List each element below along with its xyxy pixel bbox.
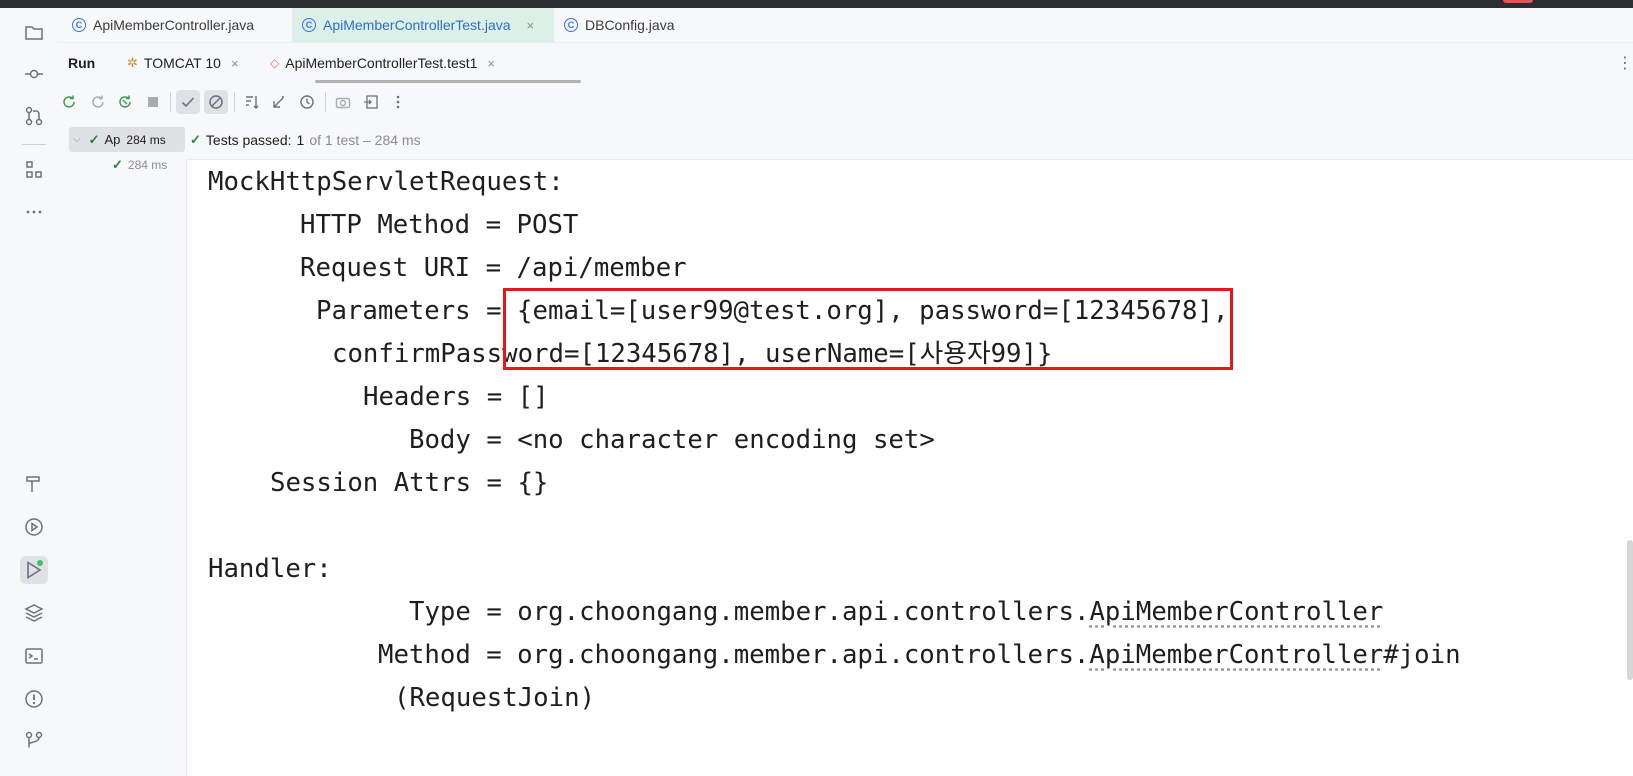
console-line: Handler: bbox=[208, 554, 332, 584]
tab-label: ApiMemberController.java bbox=[93, 17, 255, 33]
toolbar-divider bbox=[170, 92, 171, 112]
passed-check-icon: ✓ bbox=[190, 132, 201, 147]
show-ignored-icon[interactable] bbox=[204, 90, 228, 114]
console-line: Type = org.choongang.member.api.controll… bbox=[409, 597, 1383, 627]
tomcat-icon: ✲ bbox=[127, 55, 138, 70]
toggle-auto-test-icon[interactable] bbox=[113, 90, 137, 114]
highlight-box bbox=[503, 288, 1233, 370]
run-panel-title: Run bbox=[68, 55, 96, 71]
run-tab-label: TOMCAT 10 bbox=[143, 55, 221, 71]
console-line: Method = org.choongang.member.api.contro… bbox=[378, 640, 1461, 670]
run-tab-tomcat[interactable]: ✲ TOMCAT 10 × bbox=[127, 43, 239, 83]
class-link[interactable]: ApiMemberController bbox=[1089, 597, 1383, 627]
commit-icon[interactable] bbox=[20, 60, 48, 88]
tests-passed-label: Tests passed: bbox=[205, 132, 292, 148]
vertical-scrollbar[interactable] bbox=[1627, 540, 1633, 680]
editor-tab-bar: C ApiMemberController.java C ApiMemberCo… bbox=[57, 8, 1633, 43]
test-tree-root-label: Ap bbox=[104, 132, 121, 147]
run-tab-label: ApiMemberControllerTest.test1 bbox=[285, 55, 478, 71]
run-icon[interactable] bbox=[20, 556, 48, 584]
editor-tab-db-config[interactable]: C DBConfig.java bbox=[554, 8, 704, 42]
test-tree-root-time: 284 ms bbox=[126, 132, 166, 147]
passed-check-icon: ✓ bbox=[88, 131, 100, 147]
console-line: Headers = [] bbox=[363, 382, 549, 412]
junit-icon: ◇ bbox=[270, 56, 280, 70]
console-line: HTTP Method = POST bbox=[300, 210, 579, 240]
console-line: Request URI = /api/member bbox=[300, 253, 687, 283]
tests-summary: of 1 test – 284 ms bbox=[309, 132, 421, 148]
import-tests-icon[interactable] bbox=[359, 90, 383, 114]
test-status-bar: ✓ Tests passed: 1 of 1 test – 284 ms bbox=[186, 121, 1633, 160]
editor-tab-api-member-controller[interactable]: C ApiMemberController.java bbox=[62, 8, 292, 42]
rerun-icon[interactable] bbox=[57, 90, 81, 114]
console-output[interactable]: MockHttpServletRequest: HTTP Method = PO… bbox=[187, 160, 1633, 776]
layers-icon[interactable] bbox=[20, 599, 48, 627]
more-tools-icon[interactable] bbox=[20, 198, 48, 226]
chevron-down-icon[interactable]: ⌵ bbox=[73, 134, 81, 145]
editor-tab-api-member-controller-test[interactable]: C ApiMemberControllerTest.java × bbox=[292, 8, 554, 42]
problems-icon[interactable] bbox=[20, 685, 48, 713]
more-options-icon[interactable]: ⋮ bbox=[1617, 53, 1633, 72]
more-actions-icon[interactable] bbox=[386, 90, 410, 114]
console-line: Body = <no character encoding set> bbox=[409, 425, 935, 455]
build-hammer-icon[interactable] bbox=[20, 470, 48, 498]
run-tab-close-icon[interactable]: × bbox=[487, 56, 495, 71]
class-icon: C bbox=[72, 18, 86, 32]
folder-icon[interactable] bbox=[20, 18, 48, 46]
test-results-tree: ⌵ ✓ Ap 284 ms ✓ 284 ms bbox=[57, 121, 187, 776]
class-icon: C bbox=[564, 18, 578, 32]
structure-icon[interactable] bbox=[20, 156, 48, 184]
toolbar-divider bbox=[325, 92, 326, 112]
run-tab-test1[interactable]: ◇ ApiMemberControllerTest.test1 × bbox=[270, 43, 495, 83]
test-tree-root[interactable]: ⌵ ✓ Ap 284 ms bbox=[69, 127, 185, 152]
console-line: Session Attrs = {} bbox=[270, 468, 549, 498]
sort-alphabetically-icon[interactable] bbox=[240, 90, 264, 114]
sidebar-divider bbox=[22, 144, 46, 145]
tab-close-icon[interactable]: × bbox=[527, 18, 535, 33]
tool-window-sidebar bbox=[0, 8, 58, 776]
camera-icon[interactable] bbox=[331, 90, 355, 114]
show-passed-icon[interactable] bbox=[176, 90, 200, 114]
collapse-all-icon[interactable] bbox=[267, 90, 291, 114]
stop-icon[interactable] bbox=[141, 90, 165, 114]
run-toolbar bbox=[57, 83, 1633, 122]
console-text: #join bbox=[1383, 640, 1461, 670]
rerun-failed-icon[interactable] bbox=[86, 90, 110, 114]
toolbar-divider bbox=[234, 92, 235, 112]
test-tree-child-time: 284 ms bbox=[127, 158, 168, 172]
tab-label: DBConfig.java bbox=[585, 17, 675, 33]
class-link[interactable]: ApiMemberController bbox=[1089, 640, 1383, 670]
run-tool-window-header: Run ✲ TOMCAT 10 × ◇ ApiMemberControllerT… bbox=[57, 43, 1633, 83]
window-top-bar bbox=[0, 0, 1633, 8]
test-class-icon: C bbox=[302, 18, 316, 32]
recording-indicator bbox=[1503, 0, 1533, 3]
pull-request-icon[interactable] bbox=[20, 102, 48, 130]
test-history-icon[interactable] bbox=[295, 90, 319, 114]
tests-passed-count: 1 bbox=[296, 132, 305, 148]
tab-label: ApiMemberControllerTest.java bbox=[323, 17, 511, 33]
passed-check-icon: ✓ bbox=[112, 157, 123, 172]
console-line: MockHttpServletRequest: bbox=[208, 167, 564, 197]
console-text: Type = org.choongang.member.api.controll… bbox=[409, 597, 1090, 627]
services-icon[interactable] bbox=[20, 513, 48, 541]
console-line: (RequestJoin) bbox=[394, 683, 596, 713]
run-tab-close-icon[interactable]: × bbox=[231, 56, 239, 71]
git-icon[interactable] bbox=[20, 726, 48, 754]
terminal-icon[interactable] bbox=[20, 642, 48, 670]
console-text: Method = org.choongang.member.api.contro… bbox=[378, 640, 1090, 670]
test-tree-child[interactable]: ✓ 284 ms bbox=[112, 157, 167, 173]
